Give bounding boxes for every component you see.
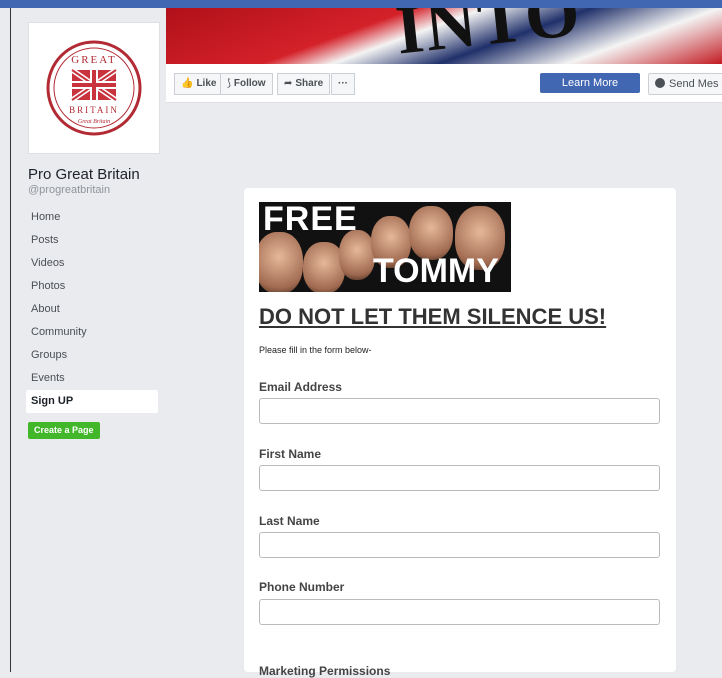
banner-text-tommy: TOMMY <box>373 252 499 290</box>
sidebar-item-videos[interactable]: Videos <box>26 252 158 275</box>
messenger-icon <box>655 78 665 88</box>
sidebar-item-about[interactable]: About <box>26 298 158 321</box>
sidebar-item-photos[interactable]: Photos <box>26 275 158 298</box>
cover-text: INTO <box>392 8 586 64</box>
logo-script: Great Britain <box>78 119 110 125</box>
follow-label: Follow <box>233 78 266 89</box>
form-intro: Please fill in the form below- <box>259 345 372 355</box>
thumbs-up-icon: 👍 <box>181 78 194 89</box>
phone-number-field[interactable] <box>259 599 660 625</box>
page-profile-picture[interactable]: GREAT BRITAIN Great Britain <box>28 22 160 154</box>
share-button[interactable]: ➦ Share <box>277 73 331 95</box>
learn-more-button[interactable]: Learn More <box>540 73 640 93</box>
sidebar-item-home[interactable]: Home <box>26 206 158 229</box>
send-message-button[interactable]: Send Mes <box>648 73 722 95</box>
email-label: Email Address <box>259 380 342 394</box>
form-headline: DO NOT LET THEM SILENCE US! <box>259 304 607 329</box>
sidebar-item-events[interactable]: Events <box>26 367 158 390</box>
last-name-label: Last Name <box>259 514 320 528</box>
more-options-button[interactable]: ··· <box>331 73 355 95</box>
rss-follow-icon: ⟆ <box>227 78 231 89</box>
email-field[interactable] <box>259 398 660 424</box>
like-button[interactable]: 👍 Like <box>174 73 224 95</box>
page-title[interactable]: Pro Great Britain <box>28 166 140 183</box>
send-message-label: Send Mes <box>669 78 719 90</box>
page-navigation: Home Posts Videos Photos About Community… <box>26 206 158 413</box>
last-name-field[interactable] <box>259 532 660 558</box>
sidebar-item-sign-up[interactable]: Sign UP <box>26 390 158 413</box>
sidebar-item-community[interactable]: Community <box>26 321 158 344</box>
share-arrow-icon: ➦ <box>284 78 293 89</box>
signup-form-card: FREE TOMMY DO NOT LET THEM SILENCE US! P… <box>244 188 676 678</box>
marketing-permissions-heading: Marketing Permissions <box>259 664 391 678</box>
cover-photo[interactable]: INTO <box>166 8 722 64</box>
banner-face-1 <box>259 232 303 292</box>
free-tommy-banner-image: FREE TOMMY <box>259 202 511 292</box>
create-page-button[interactable]: Create a Page <box>28 422 100 439</box>
logo-text-bottom: BRITAIN <box>69 105 119 115</box>
follow-button[interactable]: ⟆ Follow <box>220 73 273 95</box>
sidebar-item-groups[interactable]: Groups <box>26 344 158 367</box>
like-label: Like <box>196 78 217 89</box>
page-action-bar: 👍 Like ⟆ Follow ➦ Share ··· Learn More Send… <box>166 64 722 103</box>
banner-text-free: FREE <box>263 202 358 238</box>
sidebar-item-posts[interactable]: Posts <box>26 229 158 252</box>
logo-text-top: GREAT <box>71 54 116 66</box>
page-handle[interactable]: @progreatbritain <box>28 184 110 196</box>
share-label: Share <box>295 78 324 89</box>
first-name-label: First Name <box>259 447 322 461</box>
first-name-field[interactable] <box>259 465 660 491</box>
great-britain-logo: GREAT BRITAIN Great Britain <box>46 40 142 136</box>
phone-number-label: Phone Number <box>259 580 345 594</box>
top-navigation-bar <box>0 0 722 8</box>
